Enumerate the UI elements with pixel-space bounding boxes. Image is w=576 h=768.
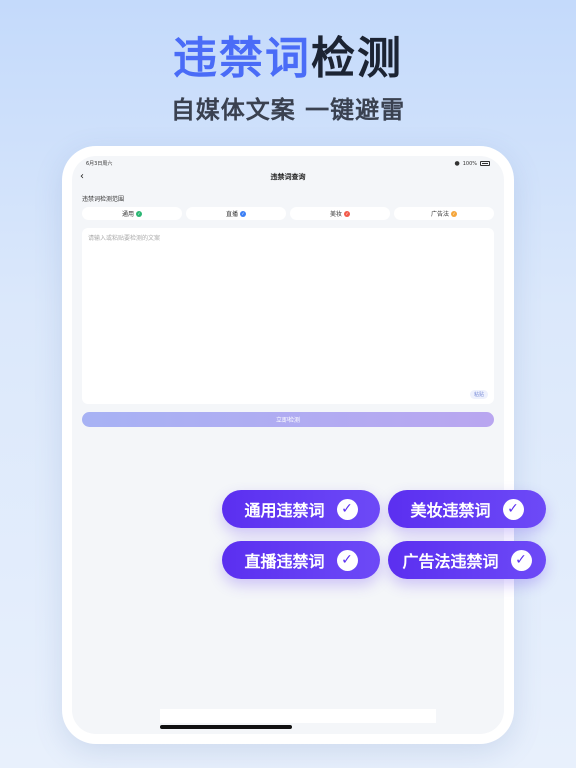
pill-ad-law: 广告法违禁词 ✓ — [388, 541, 546, 579]
headline-rest: 检测 — [311, 33, 403, 84]
battery-icon — [480, 161, 490, 166]
chip-ad-law[interactable]: 广告法 ✓ — [394, 207, 494, 220]
check-icon: ✓ — [336, 498, 358, 520]
pill-label: 美妆违禁词 — [410, 501, 491, 520]
detect-button[interactable]: 立即检测 — [82, 412, 494, 427]
headline-highlight: 违禁词 — [173, 33, 311, 84]
status-bar: 6月3日周六 ● 100% — [72, 158, 504, 168]
check-icon: ✓ — [344, 210, 350, 217]
check-icon: ✓ — [336, 549, 358, 571]
battery-percent: 100% — [462, 160, 477, 167]
chip-label: 广告法 — [430, 211, 449, 218]
tablet-frame: 6月3日周六 ● 100% ‹ 违禁词查询 违禁词检测范围 通用 ✓ 直播 ✓ 美妆… — [62, 146, 514, 744]
home-indicator — [160, 725, 292, 729]
check-icon: ✓ — [502, 498, 524, 520]
nav-bar: ‹ 违禁词查询 — [72, 170, 504, 186]
paste-button[interactable]: 粘贴 — [469, 390, 488, 399]
pill-label: 通用违禁词 — [244, 501, 325, 520]
chip-general[interactable]: 通用 ✓ — [82, 207, 182, 220]
subheadline: 自媒体文案 一键避雷 — [170, 96, 406, 124]
status-time: 6月3日周六 — [86, 161, 113, 167]
tablet-screen: 6月3日周六 ● 100% ‹ 违禁词查询 违禁词检测范围 通用 ✓ 直播 ✓ 美妆… — [72, 156, 504, 734]
chip-beauty[interactable]: 美妆 ✓ — [290, 207, 390, 220]
page-title: 违禁词查询 — [270, 173, 306, 181]
check-icon: ✓ — [136, 210, 142, 217]
input-placeholder: 请输入或粘贴要检测的文案 — [88, 235, 161, 242]
headline: 违禁词检测 — [0, 22, 576, 86]
pill-beauty: 美妆违禁词 ✓ — [388, 490, 546, 528]
bottom-bar — [160, 709, 436, 723]
chip-label: 美妆 — [329, 211, 342, 218]
chip-label: 通用 — [121, 211, 134, 218]
pill-general: 通用违禁词 ✓ — [222, 490, 380, 528]
wifi-icon: ● — [454, 160, 460, 167]
chip-label: 直播 — [225, 211, 238, 218]
pill-label: 广告法违禁词 — [402, 552, 499, 571]
check-icon: ✓ — [240, 210, 246, 217]
category-chips: 通用 ✓ 直播 ✓ 美妆 ✓ 广告法 ✓ — [82, 207, 494, 220]
pill-label: 直播违禁词 — [244, 552, 325, 571]
status-right: ● 100% — [454, 160, 490, 167]
range-label: 违禁词检测范围 — [82, 196, 125, 203]
check-icon: ✓ — [451, 210, 457, 217]
pill-live: 直播违禁词 ✓ — [222, 541, 380, 579]
check-icon: ✓ — [510, 549, 532, 571]
chip-live[interactable]: 直播 ✓ — [186, 207, 286, 220]
text-input[interactable]: 请输入或粘贴要检测的文案 粘贴 — [82, 228, 494, 404]
